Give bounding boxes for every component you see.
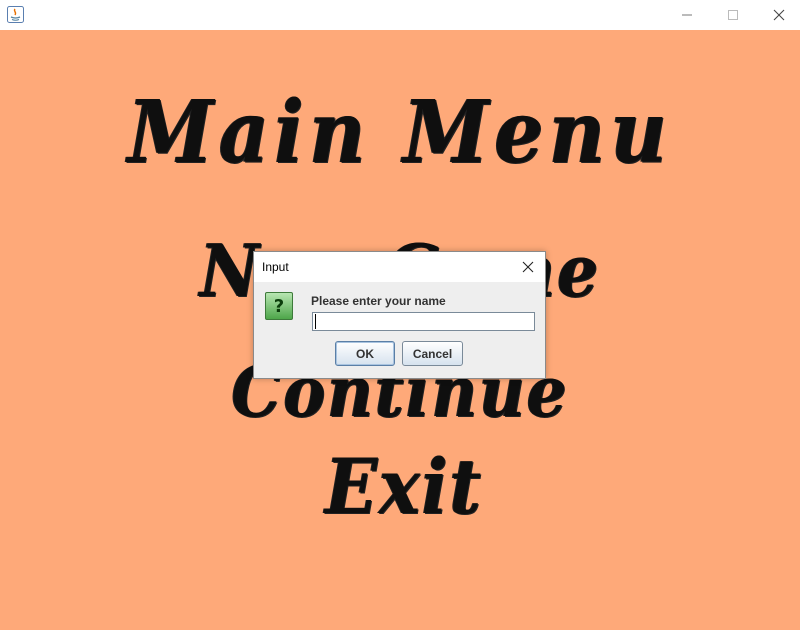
- dialog-titlebar: Input: [254, 252, 545, 282]
- close-icon: [773, 9, 785, 21]
- maximize-icon: [728, 10, 738, 20]
- window-titlebar: [0, 0, 802, 30]
- java-app-icon: [7, 6, 24, 23]
- name-input[interactable]: [312, 312, 535, 331]
- ok-button[interactable]: OK: [335, 341, 395, 366]
- cancel-button[interactable]: Cancel: [402, 341, 463, 366]
- close-icon: [522, 261, 534, 273]
- text-caret: [315, 314, 316, 329]
- input-dialog: Input ? Please enter your name OK Cancel: [253, 251, 546, 379]
- menu-title: Main Menu: [127, 82, 673, 183]
- maximize-button[interactable]: [710, 0, 756, 30]
- minimize-icon: [682, 14, 692, 16]
- close-button[interactable]: [756, 0, 802, 30]
- question-icon: ?: [265, 292, 293, 320]
- dialog-title: Input: [262, 260, 289, 274]
- dialog-close-button[interactable]: [516, 256, 540, 278]
- menu-item-exit[interactable]: Exit: [44, 442, 764, 531]
- minimize-button[interactable]: [664, 0, 710, 30]
- prompt-label: Please enter your name: [311, 294, 446, 308]
